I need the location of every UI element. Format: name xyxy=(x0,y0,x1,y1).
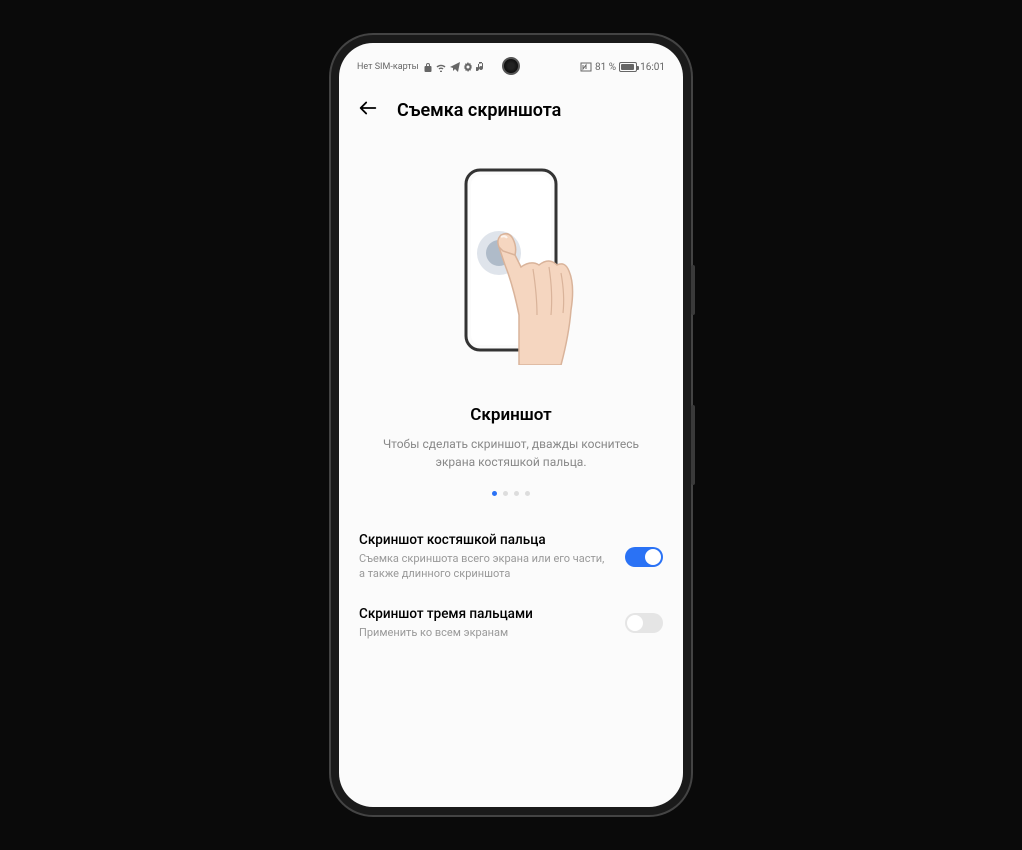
back-button[interactable] xyxy=(357,97,379,123)
feature-description: Чтобы сделать скриншот, дважды коснитесь… xyxy=(339,425,683,471)
setting-knuckle-screenshot[interactable]: Скриншот костяшкой пальца Съемка скриншо… xyxy=(339,520,683,594)
content-area: Скриншот Чтобы сделать скриншот, дважды … xyxy=(339,135,683,807)
side-button-top xyxy=(691,265,695,315)
feature-title: Скриншот xyxy=(339,405,683,425)
setting-subtitle: Применить ко всем экранам xyxy=(359,625,613,640)
telegram-icon xyxy=(450,62,460,72)
page-title: Съемка скриншота xyxy=(397,100,561,121)
setting-title: Скриншот костяшкой пальца xyxy=(359,532,613,548)
toggle-knuckle-screenshot[interactable] xyxy=(625,547,663,567)
pager-dots[interactable] xyxy=(339,491,683,496)
header: Съемка скриншота xyxy=(339,79,683,135)
music-icon xyxy=(476,62,484,72)
status-icons-left xyxy=(424,62,484,72)
camera-punch-hole xyxy=(502,57,520,75)
toggle-three-finger-screenshot[interactable] xyxy=(625,613,663,633)
gear-icon xyxy=(463,62,473,72)
nfc-icon xyxy=(580,62,592,72)
pager-dot xyxy=(503,491,508,496)
wifi-icon xyxy=(435,62,447,72)
sim-status-label: Нет SIM-карты xyxy=(357,62,419,72)
clock-label: 16:01 xyxy=(640,62,665,73)
side-button-mid xyxy=(691,405,695,485)
knuckle-tap-illustration xyxy=(441,165,581,365)
battery-percent-label: 81 % xyxy=(595,62,616,73)
setting-title: Скриншот тремя пальцами xyxy=(359,606,613,622)
setting-subtitle: Съемка скриншота всего экрана или его ча… xyxy=(359,551,613,582)
pager-dot xyxy=(492,491,497,496)
screen: Нет SIM-карты 81 % 16:01 Съ xyxy=(339,43,683,807)
pager-dot xyxy=(514,491,519,496)
setting-three-finger-screenshot[interactable]: Скриншот тремя пальцами Применить ко все… xyxy=(339,594,683,652)
pager-dot xyxy=(525,491,530,496)
lock-icon xyxy=(424,62,432,72)
battery-icon xyxy=(619,62,637,72)
phone-frame: Нет SIM-карты 81 % 16:01 Съ xyxy=(331,35,691,815)
arrow-left-icon xyxy=(357,97,379,119)
